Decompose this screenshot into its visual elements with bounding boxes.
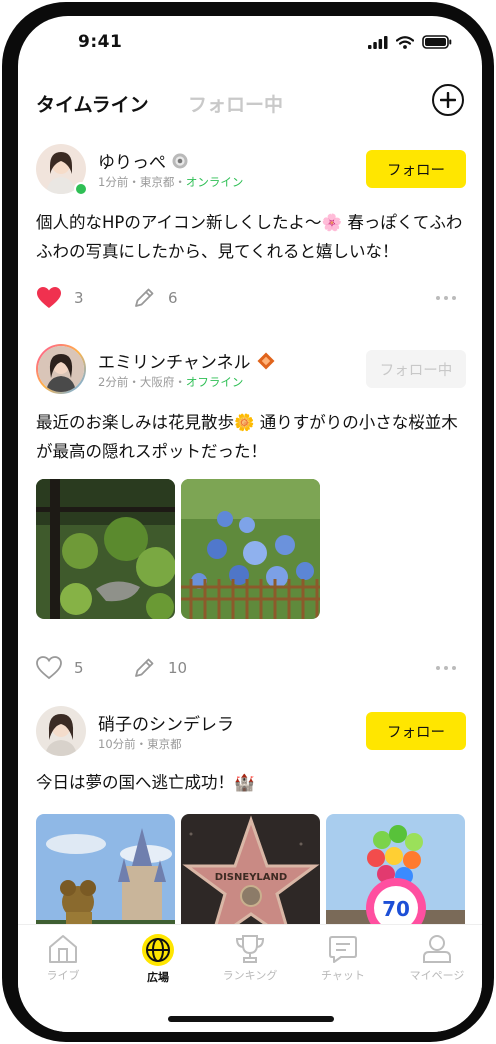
username-text[interactable]: ゆりっぺ: [98, 148, 166, 173]
post-meta: 1分前・東京都・オンライン: [98, 174, 243, 190]
post-card: 硝子のシンデレラ 10分前・東京都 フォロー 今日は夢の国へ逃亡成功！🏰 DIS…: [18, 706, 482, 956]
house-icon: [49, 935, 77, 963]
nav-item-plaza[interactable]: 広場: [123, 933, 193, 985]
tab-following[interactable]: フォロー中: [188, 90, 283, 117]
like-button[interactable]: 5: [36, 656, 84, 680]
comment-count: 6: [168, 289, 178, 307]
nav-item-mypage[interactable]: マイページ: [402, 933, 472, 983]
nav-label: チャット: [321, 969, 365, 982]
wifi-icon: [396, 35, 414, 49]
globe-icon: [142, 934, 174, 966]
avatar[interactable]: [36, 344, 86, 394]
app-screen: 9:41 タイムライン フォロー中 ゆりっぺ 1分前・東京都・オンライン フォロ…: [18, 16, 482, 1032]
post-text: 最近のお楽しみは花見散歩🌼 通りすがりの小さな桜並木が最高の隠れスポットだった！: [36, 413, 458, 461]
avatar[interactable]: [36, 706, 86, 756]
status-icons: [368, 35, 452, 49]
phone-frame: 9:41 タイムライン フォロー中 ゆりっぺ 1分前・東京都・オンライン フォロ…: [2, 2, 494, 1042]
pencil-icon: [135, 288, 154, 307]
post-meta: 2分前・大阪府・オフライン: [98, 374, 243, 390]
nav-label: ランキング: [222, 969, 278, 982]
status-bar: 9:41: [18, 16, 482, 72]
comment-button[interactable]: 10: [132, 656, 187, 680]
star-plaque-text: DISNEYLAND: [215, 872, 287, 883]
nav-label: 広場: [147, 971, 169, 984]
online-status: オンライン: [185, 175, 244, 189]
balloon-number-text: 70: [382, 897, 410, 921]
post-card: エミリンチャンネル 2分前・大阪府・オフライン フォロー中 最近のお楽しみは花見…: [18, 344, 482, 694]
follow-button[interactable]: フォロー: [366, 150, 466, 188]
following-button[interactable]: フォロー中: [366, 350, 466, 388]
post-username[interactable]: エミリンチャンネル: [98, 348, 275, 373]
like-button[interactable]: 3: [36, 286, 84, 310]
post-text: 個人的なHPのアイコン新しくしたよ〜🌸 春っぽくてふわふわの写真にしたから、見て…: [36, 213, 463, 261]
more-options-button[interactable]: [436, 666, 456, 670]
username-text[interactable]: 硝子のシンデレラ: [98, 710, 234, 735]
meta-time-location: 2分前・大阪府・: [98, 375, 186, 389]
nav-label: ライブ: [46, 969, 80, 982]
nav-label: マイページ: [409, 969, 465, 982]
comment-count: 10: [168, 659, 188, 677]
nav-item-chat[interactable]: チャット: [308, 933, 378, 983]
offline-status: オフライン: [185, 375, 244, 389]
chat-icon: [329, 936, 357, 963]
plus-icon: [440, 92, 456, 108]
post-image-hydrangea[interactable]: [181, 479, 320, 619]
pencil-icon: [135, 658, 154, 677]
comment-button[interactable]: 6: [132, 286, 178, 310]
heart-filled-icon: [37, 287, 61, 308]
post-actions: 3 6: [36, 286, 464, 316]
diamond-badge-icon: [257, 352, 274, 369]
nav-item-live[interactable]: ライブ: [28, 933, 98, 983]
person-icon: [423, 935, 451, 963]
like-count: 3: [74, 289, 84, 307]
post-username[interactable]: 硝子のシンデレラ: [98, 710, 234, 735]
bottom-navigation: ライブ 広場 ランキング チャット マイページ: [18, 924, 482, 1032]
signal-icon: [368, 35, 388, 49]
status-time: 9:41: [78, 32, 123, 52]
username-text[interactable]: エミリンチャンネル: [98, 348, 251, 373]
post-card: ゆりっぺ 1分前・東京都・オンライン フォロー 個人的なHPのアイコン新しくした…: [18, 144, 482, 329]
meta-time-location: 1分前・東京都・: [98, 175, 186, 189]
more-options-button[interactable]: [436, 296, 456, 300]
tab-timeline[interactable]: タイムライン: [36, 90, 149, 117]
post-actions: 5 10: [36, 656, 464, 686]
new-post-button[interactable]: [432, 84, 464, 116]
post-username[interactable]: ゆりっぺ: [98, 148, 188, 173]
meta-time-location: 10分前・東京都: [98, 737, 182, 751]
follow-button[interactable]: フォロー: [366, 712, 466, 750]
battery-icon: [422, 35, 452, 49]
online-indicator: [74, 182, 88, 196]
like-count: 5: [74, 659, 84, 677]
timeline-header: タイムライン フォロー中: [18, 84, 482, 126]
verified-badge-icon: [172, 153, 188, 168]
heart-outline-icon: [36, 656, 62, 680]
trophy-icon: [235, 935, 265, 963]
post-meta: 10分前・東京都: [98, 736, 182, 752]
home-indicator: [168, 1016, 334, 1022]
nav-item-ranking[interactable]: ランキング: [215, 933, 285, 983]
post-text: 今日は夢の国へ逃亡成功！🏰: [36, 773, 255, 792]
post-image-garden[interactable]: [36, 479, 175, 619]
